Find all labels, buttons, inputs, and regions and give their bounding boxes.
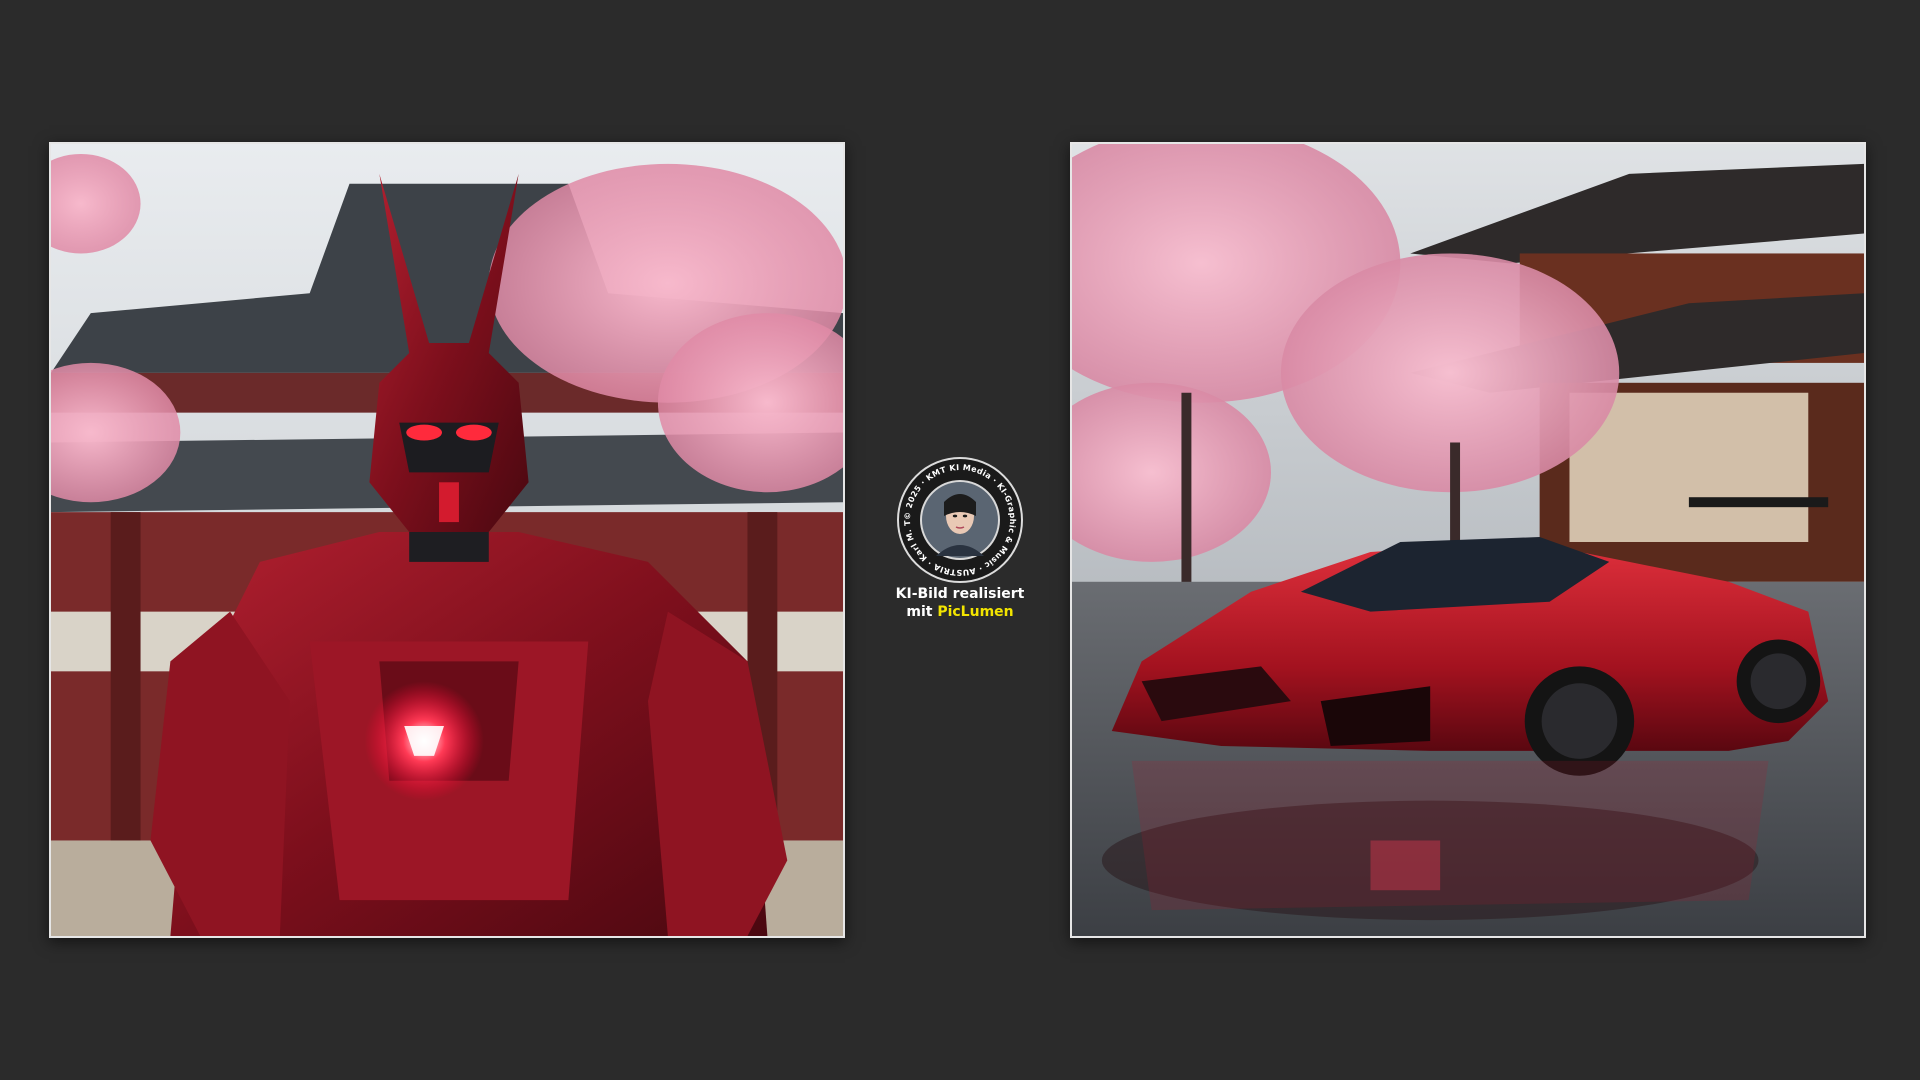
caption: KI-Bild realisiert mit PicLumen [860, 585, 1060, 621]
car-illustration [1072, 144, 1864, 936]
robot-illustration [51, 144, 843, 936]
caption-line-1: KI-Bild realisiert [895, 586, 1025, 602]
robot-image [49, 142, 845, 938]
logo-badge: © 2025 · KMT KI Media · KI-Graphic & Mus… [896, 456, 1024, 584]
car-image [1070, 142, 1866, 938]
brand-name: PicLumen [937, 604, 1014, 620]
portrait-logo-icon: © 2025 · KMT KI Media · KI-Graphic & Mus… [896, 456, 1023, 583]
caption-line-2: mit PicLumen [860, 603, 1060, 621]
caption-prefix: mit [906, 604, 933, 620]
